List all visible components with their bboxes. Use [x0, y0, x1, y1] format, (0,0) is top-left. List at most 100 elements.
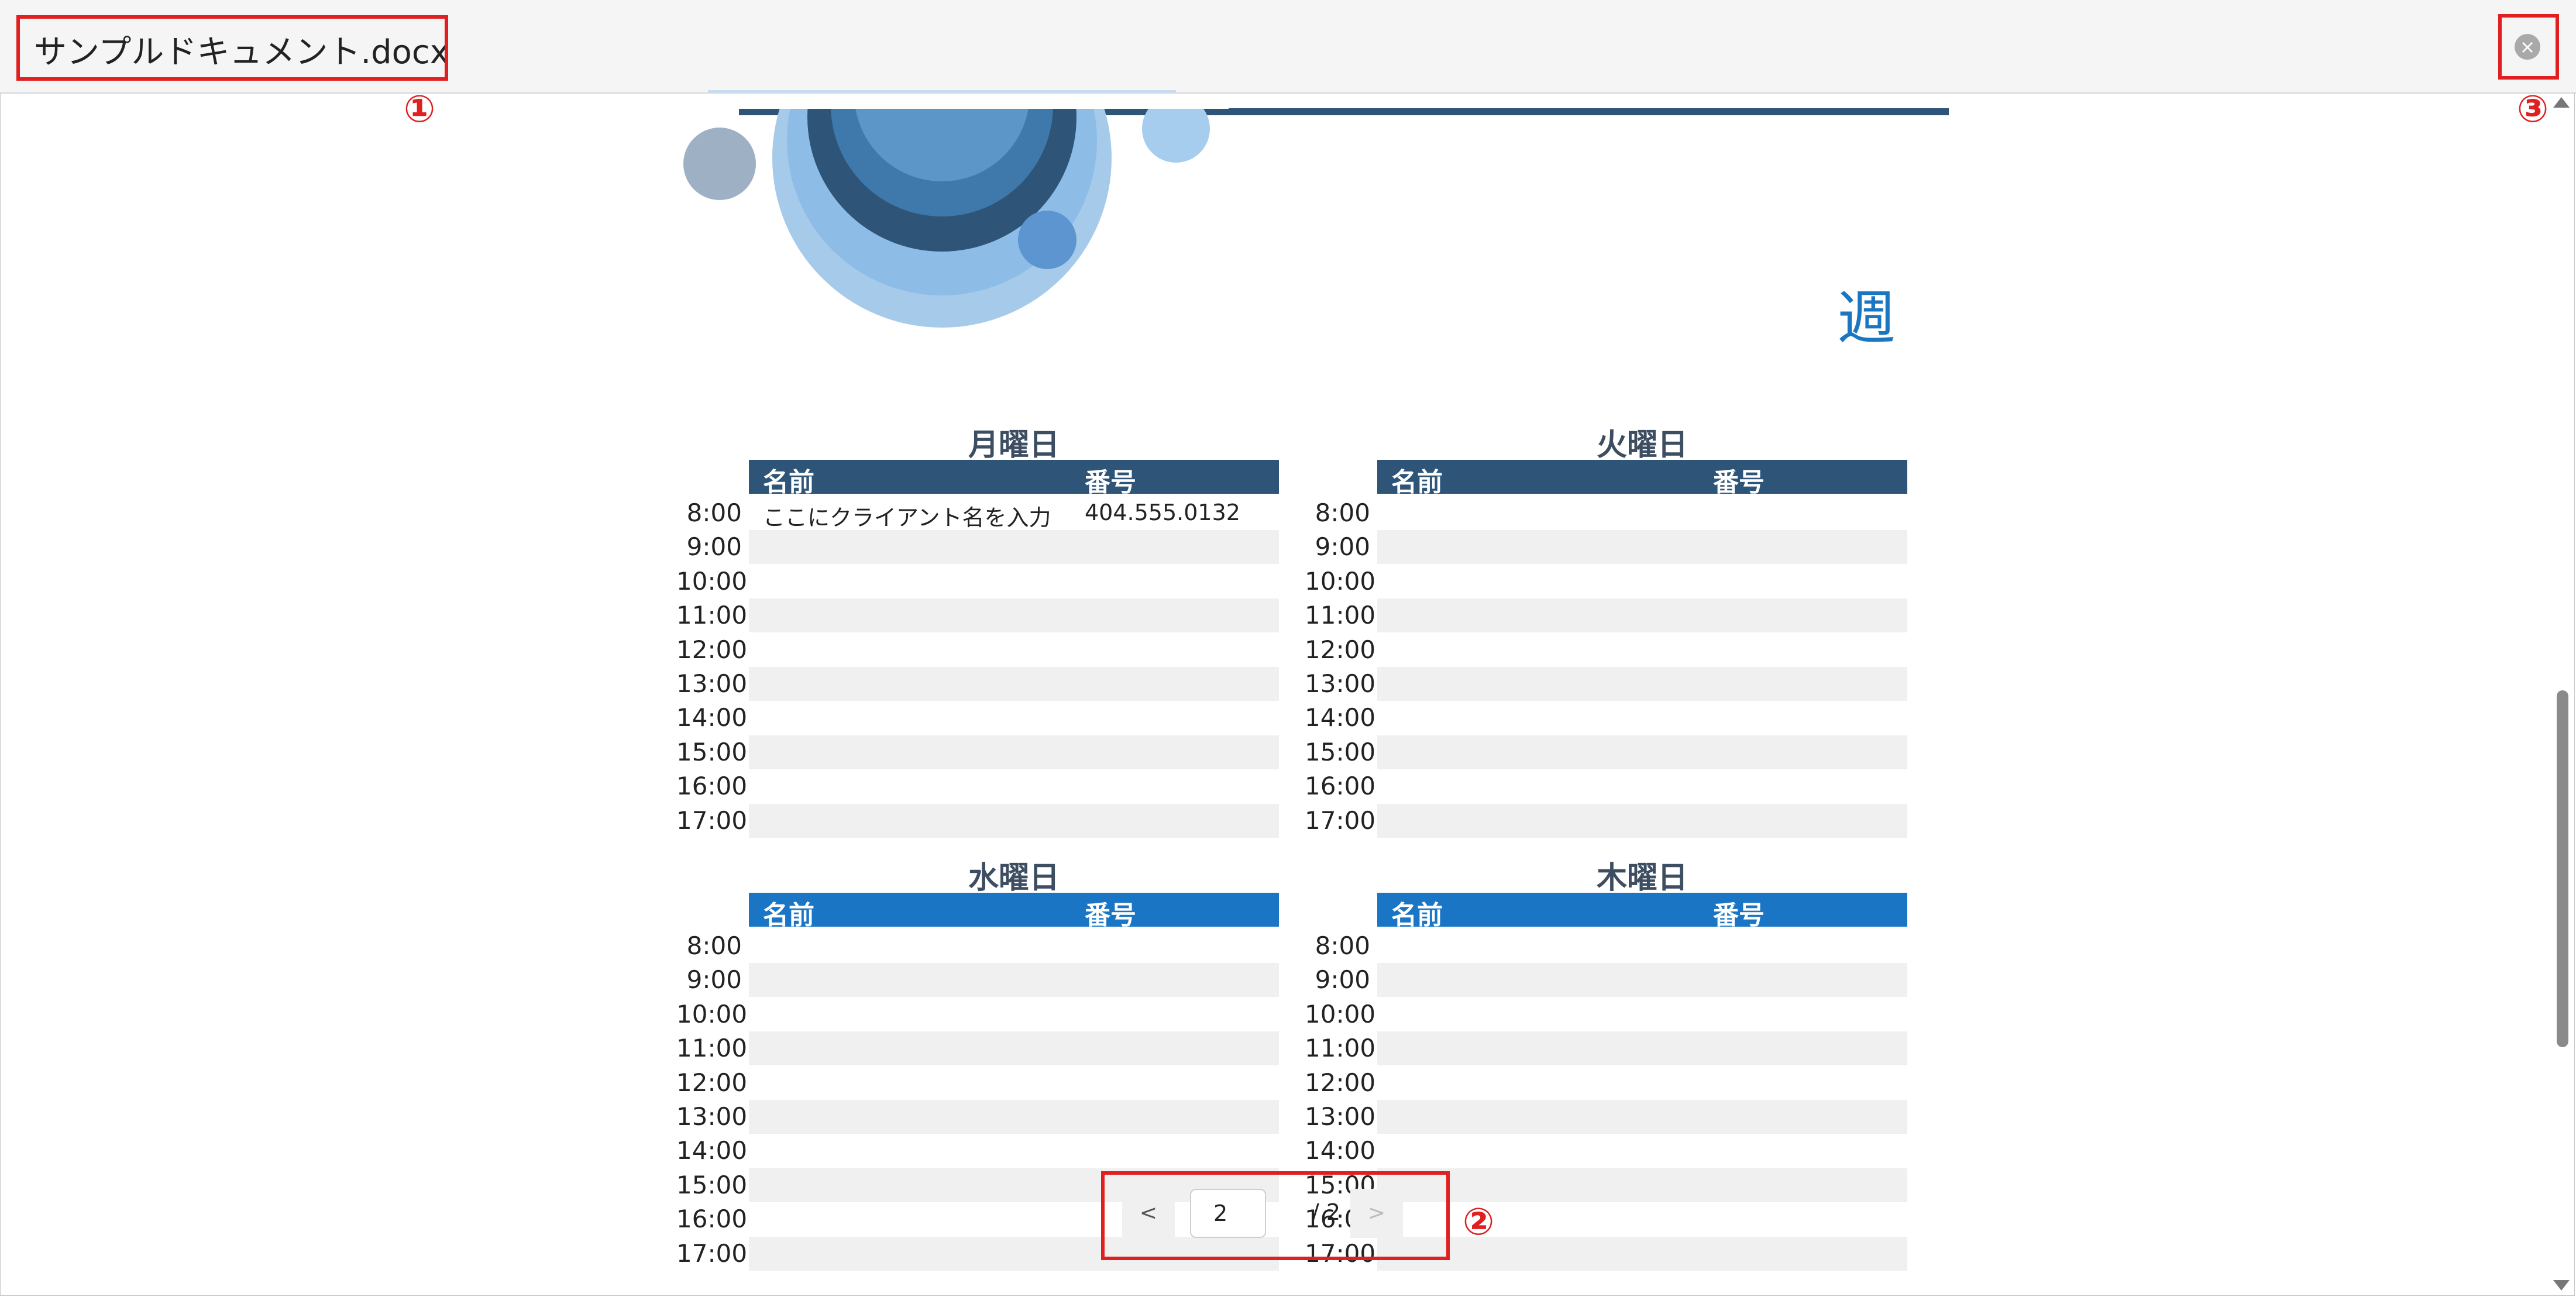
table-cell [1377, 803, 1907, 838]
table-cell [1377, 1066, 1907, 1100]
time-label: 14:00 [676, 703, 748, 732]
table-row: 11:00 [676, 598, 1279, 633]
table-cell [1377, 929, 1907, 963]
table-cell [1377, 1100, 1907, 1134]
time-label: 17:00 [676, 1238, 748, 1268]
table-cell [1377, 963, 1907, 997]
time-label: 10:00 [676, 566, 748, 596]
callout-number-3: ③ [2517, 88, 2549, 131]
table-header: 名前 番号 [1377, 893, 1907, 930]
table-cell [1377, 997, 1907, 1031]
table-header: 名前 番号 [749, 460, 1279, 497]
table-cell [749, 565, 1279, 598]
table-row: 13:00 [1305, 667, 1907, 701]
table-cell [749, 1031, 1279, 1066]
table-cell [1377, 633, 1907, 667]
table-cell [749, 769, 1279, 803]
table-cell [1377, 667, 1907, 701]
time-label: 11:00 [1305, 601, 1376, 630]
table-row: 12:00 [1305, 1066, 1907, 1100]
table-cell [749, 633, 1279, 667]
table-cell [749, 929, 1279, 963]
time-label: 8:00 [686, 931, 742, 960]
table-cell: ここにクライアント名を入力 404.555.0132 [749, 496, 1279, 531]
time-label: 9:00 [686, 965, 742, 995]
table-row: 16:00 [1305, 769, 1907, 803]
table-row: 13:00 [676, 667, 1279, 701]
callout-box-3 [2498, 14, 2559, 80]
table-cell [749, 803, 1279, 838]
table-row: 9:00 [676, 963, 1279, 997]
table-cell [749, 997, 1279, 1031]
time-label: 15:00 [676, 1170, 748, 1199]
table-cell [1377, 1134, 1907, 1168]
week-title: 週 [1837, 284, 1896, 352]
table-header: 名前 番号 [1377, 460, 1907, 497]
time-label: 9:00 [1315, 532, 1370, 562]
table-cell [1377, 701, 1907, 735]
time-label: 11:00 [1305, 1034, 1376, 1063]
viewer-window [0, 0, 2575, 1296]
callout-box-2 [1101, 1171, 1450, 1260]
time-label: 14:00 [1305, 703, 1376, 732]
time-label: 10:00 [1305, 566, 1376, 596]
table-cell [1377, 1031, 1907, 1066]
scroll-up-arrow-icon[interactable] [2553, 97, 2570, 108]
callout-number-2: ② [1463, 1200, 1495, 1244]
scroll-down-arrow-icon[interactable] [2553, 1280, 2570, 1291]
time-label: 11:00 [676, 1034, 748, 1063]
table-row: 17:00 [1305, 803, 1907, 838]
table-cell [1377, 1202, 1907, 1236]
table-cell [1377, 598, 1907, 633]
table-cell [1377, 735, 1907, 769]
time-label: 15:00 [676, 737, 748, 766]
decorative-circle-graphic [673, 94, 1229, 328]
table-cell [749, 1100, 1279, 1134]
time-label: 13:00 [1305, 669, 1376, 698]
time-label: 12:00 [1305, 1068, 1376, 1097]
time-label: 13:00 [1305, 1102, 1376, 1131]
table-cell [1377, 565, 1907, 598]
table-cell [1377, 769, 1907, 803]
day-heading: 水曜日 [968, 861, 1060, 896]
time-label: 13:00 [676, 1102, 748, 1131]
column-header-number: 番号 [1085, 900, 1136, 930]
table-row: 15:00 [676, 735, 1279, 769]
table-row: 16:00 [676, 769, 1279, 803]
table-row: 14:00 [1305, 1134, 1907, 1168]
table-row: 13:00 [1305, 1100, 1907, 1134]
table-row: 8:00 ここにクライアント名を入力 404.555.0132 [676, 496, 1279, 531]
column-header-name: 名前 [763, 467, 814, 497]
table-row: 13:00 [676, 1100, 1279, 1134]
column-header-name: 名前 [763, 900, 814, 930]
time-label: 11:00 [676, 601, 748, 630]
column-header-name: 名前 [1391, 467, 1443, 497]
time-label: 12:00 [1305, 635, 1376, 664]
table-row: 8:00 [676, 929, 1279, 963]
time-label: 10:00 [1305, 999, 1376, 1028]
callout-number-1: ① [404, 88, 436, 131]
client-name: ここにクライアント名を入力 [763, 505, 1051, 531]
day-heading: 火曜日 [1596, 428, 1688, 463]
table-row: 10:00 [1305, 997, 1907, 1031]
table-cell [749, 598, 1279, 633]
time-label: 16:00 [676, 1205, 748, 1234]
table-row: 12:00 [1305, 633, 1907, 667]
table-row: 10:00 [676, 565, 1279, 598]
callout-box-1 [16, 15, 448, 81]
time-label: 16:00 [676, 772, 748, 801]
time-label: 12:00 [676, 1068, 748, 1097]
client-number: 404.555.0132 [1085, 500, 1240, 525]
column-header-number: 番号 [1713, 467, 1765, 497]
column-header-name: 名前 [1391, 900, 1443, 930]
scrollbar-thumb[interactable] [2557, 690, 2568, 1047]
table-cell [749, 530, 1279, 565]
time-label: 8:00 [1315, 931, 1370, 960]
time-label: 14:00 [1305, 1136, 1376, 1165]
day-heading: 木曜日 [1596, 861, 1688, 896]
table-cell [1377, 530, 1907, 565]
table-row: 11:00 [676, 1031, 1279, 1066]
column-header-number: 番号 [1085, 467, 1136, 497]
time-label: 8:00 [1315, 498, 1370, 527]
table-row: 11:00 [1305, 1031, 1907, 1066]
